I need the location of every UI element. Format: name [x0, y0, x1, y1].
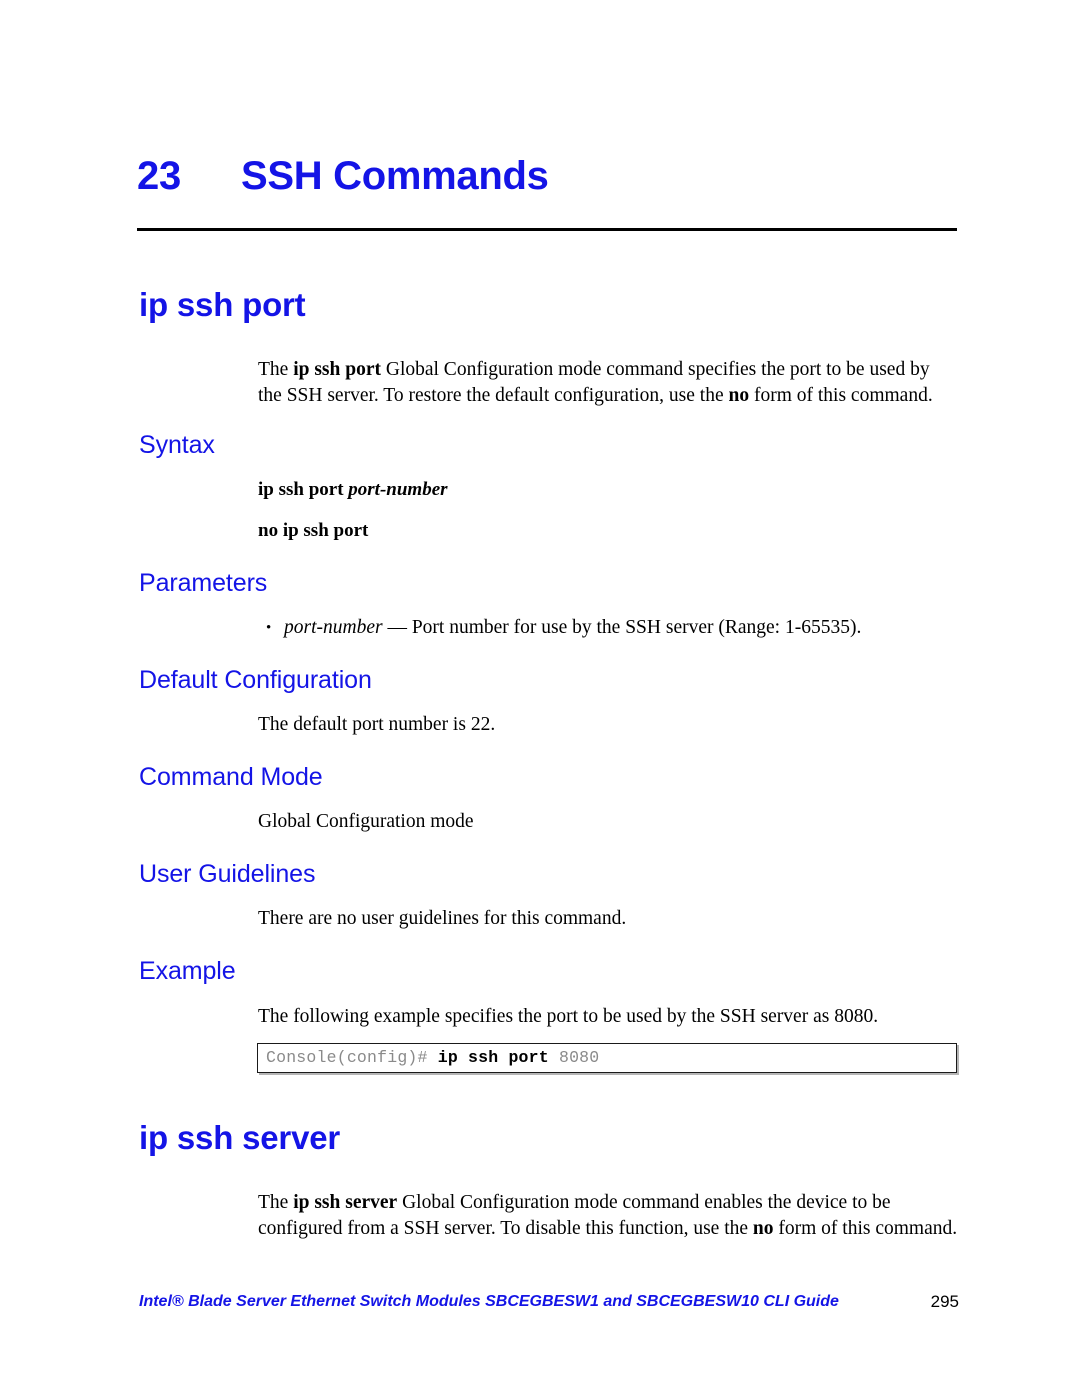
syntax-parameter-placeholder: port-number: [348, 479, 448, 500]
bullet-icon: •: [266, 620, 272, 636]
page-footer: Intel® Blade Server Ethernet Switch Modu…: [139, 1292, 959, 1314]
code-command: ip ssh port: [437, 1048, 549, 1067]
chapter-number: 23: [137, 154, 181, 198]
parameter-list-item: • port-number — Port number for use by th…: [266, 615, 966, 641]
footer-document-title: Intel® Blade Server Ethernet Switch Modu…: [139, 1293, 839, 1310]
parameter-name: port-number: [284, 617, 383, 638]
command-description-ip-ssh-server: The ip ssh server Global Configuration m…: [258, 1192, 958, 1239]
section-heading-syntax: Syntax: [139, 431, 215, 459]
document-page: 23 SSH Commands ip ssh port The ip ssh po…: [0, 0, 1080, 1397]
section-heading-command-mode: Command Mode: [139, 763, 323, 791]
section-heading-default-configuration: Default Configuration: [139, 666, 372, 694]
example-description-text: The following example specifies the port…: [258, 1006, 879, 1027]
default-configuration-text: The default port number is 22.: [258, 714, 496, 735]
code-prompt: Console(config)#: [266, 1048, 438, 1067]
section-heading-example: Example: [139, 957, 236, 985]
command-mode-text: Global Configuration mode: [258, 811, 474, 832]
syntax-line-primary: ip ssh port port-number: [258, 479, 448, 500]
footer-page-number: 295: [930, 1292, 959, 1311]
title-divider-rule: [137, 228, 957, 231]
parameter-description: — Port number for use by the SSH server …: [382, 617, 862, 638]
command-heading-ip-ssh-server: ip ssh server: [139, 1119, 341, 1156]
section-heading-user-guidelines: User Guidelines: [139, 860, 316, 888]
example-code-block: Console(config)# ip ssh port 8080: [257, 1043, 957, 1073]
chapter-title-text: SSH Commands: [241, 154, 549, 198]
code-argument: 8080: [548, 1048, 600, 1067]
user-guidelines-text: There are no user guidelines for this co…: [258, 908, 627, 929]
command-heading-ip-ssh-port: ip ssh port: [139, 286, 306, 323]
code-line: Console(config)# ip ssh port 8080: [266, 1048, 599, 1068]
command-description-ip-ssh-port: The ip ssh port Global Configuration mod…: [258, 359, 933, 406]
chapter-title: 23 SSH Commands: [137, 152, 957, 200]
syntax-line-no-form: no ip ssh port: [258, 520, 369, 541]
section-heading-parameters: Parameters: [139, 569, 268, 597]
